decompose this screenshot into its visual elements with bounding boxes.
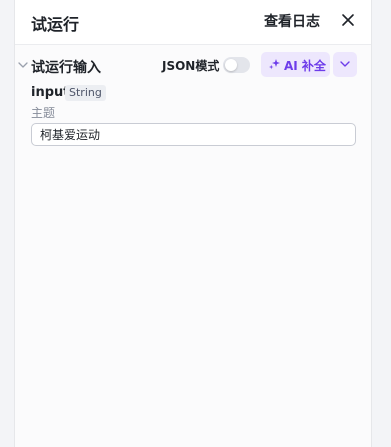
view-log-button[interactable]: 查看日志 (264, 11, 320, 31)
sparkle-icon (269, 59, 280, 70)
section-title: 试运行输入 (31, 60, 101, 76)
chevron-down-icon[interactable] (18, 60, 28, 70)
test-run-panel: 试运行 查看日志 试运行输入 JSON模式 AI 补全 input String (14, 0, 372, 447)
toggle-knob (225, 59, 237, 71)
panel-title: 试运行 (31, 15, 80, 34)
input-value-field[interactable] (31, 123, 356, 146)
variable-name: input (31, 85, 70, 100)
ai-complete-button[interactable]: AI 补全 (261, 52, 330, 77)
panel-header: 试运行 查看日志 (15, 0, 371, 45)
variable-description: 主题 (31, 106, 56, 120)
ai-options-dropdown[interactable] (333, 52, 357, 77)
json-mode-label: JSON模式 (162, 59, 220, 73)
type-badge: String (65, 85, 106, 101)
close-icon[interactable] (340, 12, 356, 28)
test-run-input-section-header: 试运行输入 JSON模式 AI 补全 (15, 52, 373, 80)
ai-complete-label: AI 补全 (284, 59, 326, 73)
json-mode-toggle[interactable] (223, 57, 250, 73)
chevron-down-icon (340, 61, 350, 67)
